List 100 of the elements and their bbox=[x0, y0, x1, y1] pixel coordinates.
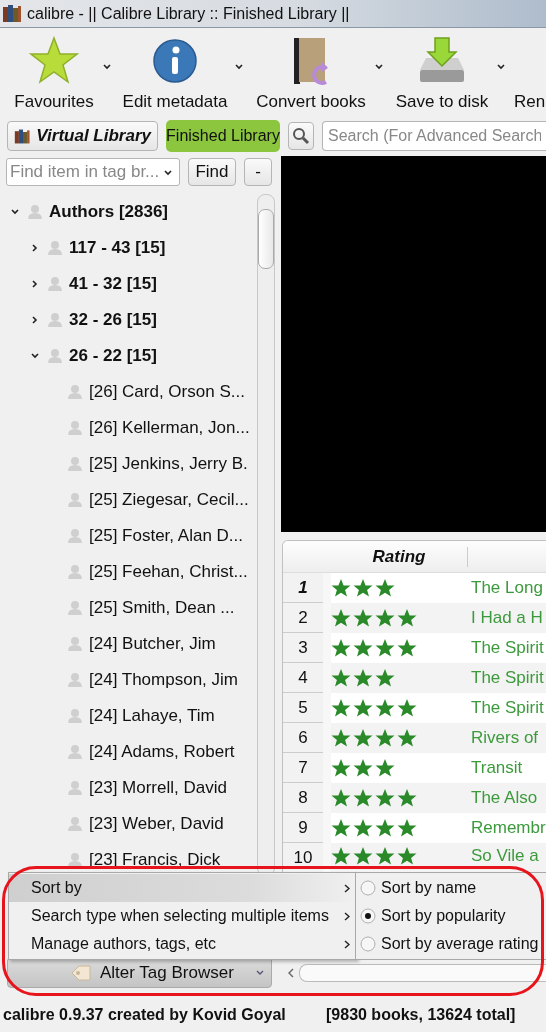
tree-item[interactable]: [23] Weber, David bbox=[89, 814, 224, 834]
toolbar-button[interactable]: Favourites bbox=[6, 28, 102, 118]
horizontal-scrollbar[interactable] bbox=[299, 964, 546, 982]
row-number[interactable]: 7 bbox=[283, 753, 323, 783]
app-logo-icon bbox=[2, 3, 22, 24]
person-icon bbox=[67, 744, 83, 760]
caret-icon[interactable] bbox=[374, 62, 384, 70]
person-icon bbox=[67, 636, 83, 652]
toolbar-button[interactable]: Edit metadata bbox=[116, 28, 234, 118]
radio-button[interactable] bbox=[360, 936, 376, 952]
virtual-library-button[interactable]: Virtual Library bbox=[7, 121, 158, 151]
menu-item[interactable]: Sort by average rating bbox=[381, 935, 539, 953]
row-number[interactable]: 8 bbox=[283, 783, 323, 813]
star-icon bbox=[397, 638, 417, 658]
row-number[interactable]: 5 bbox=[283, 693, 323, 723]
tree-item[interactable]: [24] Adams, Robert bbox=[89, 742, 235, 762]
star-icon bbox=[375, 788, 395, 808]
toolbar-button[interactable]: Convert books bbox=[248, 28, 374, 118]
row-number[interactable]: 1 bbox=[283, 573, 323, 603]
star-icon bbox=[331, 638, 351, 658]
person-icon bbox=[67, 564, 83, 580]
star-icon bbox=[375, 846, 395, 866]
row-number[interactable]: 10 bbox=[283, 843, 323, 873]
radio-button[interactable] bbox=[360, 880, 376, 896]
star-icon bbox=[331, 728, 351, 748]
caret-icon[interactable] bbox=[163, 168, 173, 176]
collapse-button[interactable]: - bbox=[244, 158, 272, 186]
star-icon bbox=[397, 608, 417, 628]
person-icon bbox=[67, 780, 83, 796]
row-number[interactable]: 9 bbox=[283, 813, 323, 843]
star-icon bbox=[353, 728, 373, 748]
search-icon bbox=[292, 127, 310, 145]
menu-item[interactable]: Sort by name bbox=[381, 879, 477, 897]
toolbar-button[interactable]: Ren bbox=[510, 28, 542, 118]
person-icon bbox=[67, 492, 83, 508]
caret-icon bbox=[255, 968, 265, 977]
tree-item[interactable]: [24] Lahaye, Tim bbox=[89, 706, 215, 726]
person-icon bbox=[67, 384, 83, 400]
tree-item[interactable]: 41 - 32 [15] bbox=[69, 274, 157, 294]
tree-item[interactable]: Authors [2836] bbox=[49, 202, 169, 222]
scroll-left-icon[interactable] bbox=[287, 968, 295, 978]
star-icon bbox=[331, 818, 351, 838]
caret-icon[interactable] bbox=[234, 62, 244, 70]
caret-icon[interactable] bbox=[496, 62, 506, 70]
book-count: [9830 books, 13624 total] bbox=[326, 1006, 516, 1024]
search-button[interactable] bbox=[288, 122, 314, 150]
caret-icon[interactable] bbox=[102, 62, 112, 70]
menu-item[interactable]: Manage authors, tags, etc bbox=[9, 930, 356, 958]
star-icon bbox=[375, 638, 395, 658]
tree-item[interactable]: [25] Foster, Alan D... bbox=[89, 526, 244, 546]
star-icon bbox=[397, 698, 417, 718]
book-title[interactable]: Transit bbox=[471, 758, 523, 778]
tree-item[interactable]: [24] Thompson, Jim bbox=[89, 670, 238, 690]
tree-item[interactable]: [25] Jenkins, Jerry B. bbox=[89, 454, 248, 474]
menu-item[interactable]: Search type when selecting multiple items bbox=[9, 902, 356, 930]
star-icon bbox=[375, 758, 395, 778]
star-icon bbox=[353, 698, 373, 718]
toolbar-button[interactable]: Save to disk bbox=[388, 28, 496, 118]
row-number[interactable]: 2 bbox=[283, 603, 323, 633]
person-icon bbox=[47, 240, 63, 256]
current-library-button[interactable]: Finished Library bbox=[166, 120, 280, 152]
star-icon bbox=[375, 668, 395, 688]
star-icon bbox=[375, 818, 395, 838]
star-icon bbox=[375, 608, 395, 628]
tree-item[interactable]: 32 - 26 [15] bbox=[69, 310, 157, 330]
row-number[interactable]: 4 bbox=[283, 663, 323, 693]
tag-icon bbox=[70, 963, 92, 982]
tree-item[interactable]: [24] Butcher, Jim bbox=[89, 634, 216, 654]
star-icon bbox=[353, 668, 373, 688]
window-title: calibre - || Calibre Library :: Finished Library || bbox=[27, 4, 350, 23]
tree-item[interactable]: [25] Smith, Dean ... bbox=[89, 598, 235, 618]
info-icon bbox=[150, 36, 200, 86]
star-icon bbox=[353, 846, 373, 866]
tag-find-field[interactable]: Find item in tag br... bbox=[6, 158, 180, 186]
star-icon bbox=[397, 788, 417, 808]
star-icon bbox=[331, 668, 351, 688]
tree-item[interactable]: [25] Ziegesar, Cecil... bbox=[89, 490, 249, 510]
find-button[interactable]: Find bbox=[188, 158, 236, 186]
row-number[interactable]: 3 bbox=[283, 633, 323, 663]
person-icon bbox=[27, 204, 43, 220]
tree-item[interactable]: [23] Morrell, David bbox=[89, 778, 227, 798]
star-icon bbox=[397, 818, 417, 838]
person-icon bbox=[67, 708, 83, 724]
tree-item[interactable]: [26] Card, Orson S... bbox=[89, 382, 245, 402]
star-icon bbox=[331, 788, 351, 808]
tree-item[interactable]: [25] Feehan, Christ... bbox=[89, 562, 248, 582]
person-icon bbox=[67, 528, 83, 544]
tree-item[interactable]: [26] Kellerman, Jon... bbox=[89, 418, 250, 438]
tree-item[interactable]: 117 - 43 [15] bbox=[69, 238, 166, 258]
radio-button[interactable] bbox=[360, 908, 376, 924]
status-text: calibre 0.9.37 created by Kovid Goyal bbox=[3, 1006, 287, 1024]
person-icon bbox=[67, 600, 83, 616]
person-icon bbox=[67, 456, 83, 472]
person-icon bbox=[47, 276, 63, 292]
star-icon bbox=[375, 698, 395, 718]
tree-item[interactable]: 26 - 22 [15] bbox=[69, 346, 157, 366]
person-icon bbox=[67, 420, 83, 436]
row-number[interactable]: 6 bbox=[283, 723, 323, 753]
search-field[interactable]: Search (For Advanced Search bbox=[322, 121, 546, 151]
menu-item[interactable]: Sort by popularity bbox=[381, 907, 506, 925]
